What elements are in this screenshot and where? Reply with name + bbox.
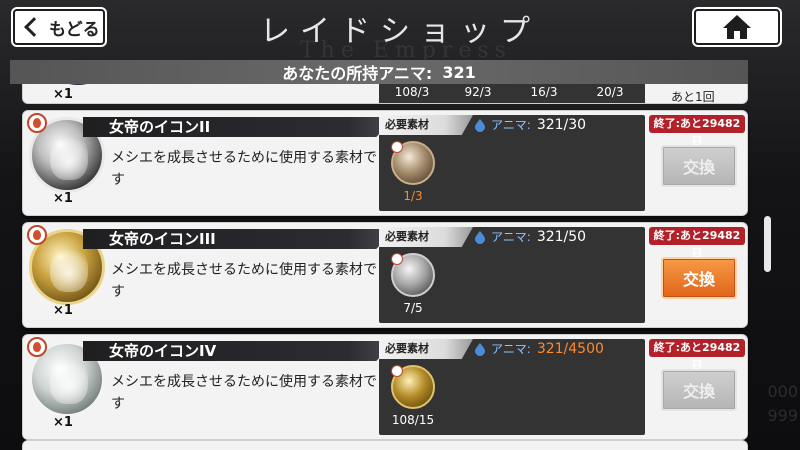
portrait-icon xyxy=(50,134,88,180)
item-quantity: ×1 xyxy=(53,415,73,430)
material-icon xyxy=(391,141,435,185)
material-count: 20/3 xyxy=(596,85,624,99)
fire-element-icon xyxy=(391,253,403,265)
anima-requirement-value: 321/30 xyxy=(536,116,587,133)
material-count: 7/5 xyxy=(403,301,423,315)
required-materials-panel: 必要素材 アニマ: 321/4500 108/15 xyxy=(379,339,645,435)
background-side-number: 999 xyxy=(767,406,798,425)
material-icon xyxy=(391,253,435,297)
item-description: メシエを成長させるために使用する素材です xyxy=(111,374,377,412)
required-materials-label: 必要素材 xyxy=(379,115,473,135)
anima-requirement: アニマ: 321/50 xyxy=(473,228,586,245)
anima-drop-icon xyxy=(475,230,485,244)
shop-item-card: 女帝のイコンII ×1 メシエを成長させるために使用する素材です 必要素材 アニ… xyxy=(22,110,748,216)
exchange-button[interactable]: 交換 xyxy=(661,257,737,299)
required-materials-panel: 必要素材 アニマ: 321/50 7/5 xyxy=(379,227,645,323)
required-materials-label: 必要素材 xyxy=(379,227,473,247)
anima-requirement: アニマ: 321/4500 xyxy=(473,340,604,357)
anima-balance-bar: あなたの所持アニマ: 321 xyxy=(10,60,748,84)
material-count: 1/3 xyxy=(403,189,423,203)
shop-item-card: 女帝のイコンIII ×1 メシエを成長させるために使用する素材です 必要素材 ア… xyxy=(22,222,748,328)
fire-element-icon xyxy=(27,225,47,245)
item-icon xyxy=(53,84,103,85)
anima-requirement: アニマ: 321/30 xyxy=(473,116,586,133)
material-count: 108/3 xyxy=(394,85,430,99)
anima-drop-icon xyxy=(475,342,485,356)
exchange-button[interactable]: 交換 xyxy=(661,369,737,411)
fire-element-icon xyxy=(27,113,47,133)
required-materials-label: 必要素材 xyxy=(379,339,473,359)
anima-balance-value: 321 xyxy=(442,62,476,82)
anima-requirement-value: 321/4500 xyxy=(536,340,604,357)
anima-requirement-label: アニマ: xyxy=(491,342,531,356)
deadline-badge: 終了:あと29482日 xyxy=(649,115,745,148)
item-description: メシエを成長させるために使用する素材です xyxy=(111,262,377,300)
required-materials-panel: 必要素材 アニマ: 321/30 1/3 xyxy=(379,115,645,211)
item-description: メシエを成長させるために使用する素材です xyxy=(111,150,377,188)
material-count: 92/3 xyxy=(464,85,492,99)
item-name: 女帝のイコンII xyxy=(83,117,395,137)
material-icon xyxy=(391,365,435,409)
page-title: レイドショップ xyxy=(260,14,540,49)
anima-requirement-label: アニマ: xyxy=(491,230,531,244)
item-quantity: ×1 xyxy=(53,303,73,318)
portrait-icon xyxy=(50,246,88,292)
remaining-count: あと1回 xyxy=(671,90,715,104)
anima-balance-label: あなたの所持アニマ: xyxy=(282,64,433,83)
home-button[interactable] xyxy=(694,9,780,45)
background-side-numbers: 000 999 xyxy=(760,380,800,440)
fire-element-icon xyxy=(391,141,403,153)
anima-requirement-label: アニマ: xyxy=(491,118,531,132)
material-count: 16/3 xyxy=(530,85,558,99)
exchange-button[interactable]: 交換 xyxy=(661,145,737,187)
deadline-badge: 終了:あと29482日 xyxy=(649,339,745,372)
anima-requirement-value: 321/50 xyxy=(536,228,587,245)
item-name: 女帝のイコンIII xyxy=(83,229,395,249)
fire-element-icon xyxy=(27,337,47,357)
item-quantity: ×1 xyxy=(53,87,73,102)
item-name: 女帝のイコンIV xyxy=(83,341,395,361)
home-icon xyxy=(723,15,751,39)
background-side-number: 000 xyxy=(767,382,798,401)
shop-item-card: 女帝のイコンIV ×1 メシエを成長させるために使用する素材です 必要素材 アニ… xyxy=(22,334,748,440)
material-count: 108/15 xyxy=(391,413,435,427)
fire-element-icon xyxy=(391,365,403,377)
deadline-badge: 終了:あと29482日 xyxy=(649,227,745,260)
shop-item-card-partial: ×1 108/3 92/3 16/3 20/3 あと1回 xyxy=(22,84,748,104)
shop-item-card-partial xyxy=(22,440,748,450)
anima-drop-icon xyxy=(475,118,485,132)
item-quantity: ×1 xyxy=(53,191,73,206)
material-counts: 108/3 92/3 16/3 20/3 xyxy=(379,85,645,99)
scrollbar-thumb[interactable] xyxy=(764,216,771,272)
portrait-icon xyxy=(50,358,88,404)
shop-item-list[interactable]: ×1 108/3 92/3 16/3 20/3 あと1回 女帝のイコンII ×1… xyxy=(20,84,750,450)
